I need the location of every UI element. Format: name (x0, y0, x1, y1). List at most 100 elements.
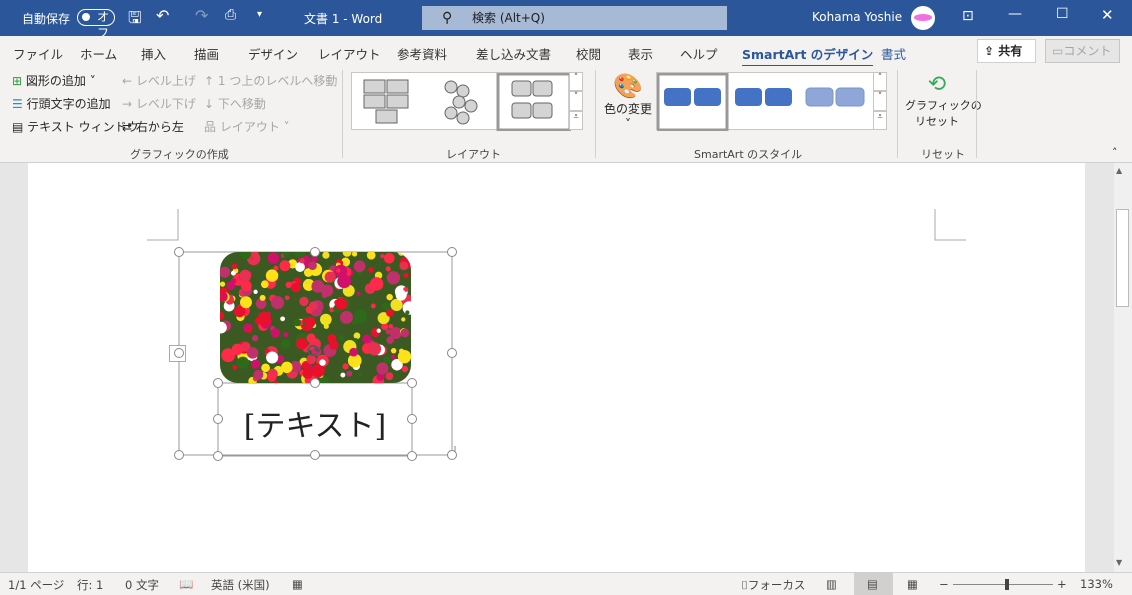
change-colors-button[interactable]: 🎨 色の変更 ˅ (604, 72, 652, 131)
palette-icon: 🎨 (613, 72, 643, 100)
style-scroll-down[interactable]: ˅ (873, 91, 887, 111)
tab-review[interactable]: 校閲 (576, 44, 601, 63)
resize-handle[interactable] (310, 247, 320, 257)
resize-handle[interactable] (174, 450, 184, 460)
share-button[interactable]: ⇪ 共有 (977, 39, 1036, 63)
language[interactable]: 英語 (米国) (211, 577, 270, 593)
tab-file[interactable]: ファイル (13, 44, 63, 63)
document-title: 文書 1 - Word (304, 12, 383, 26)
minimize-icon[interactable]: — (1008, 6, 1022, 22)
resize-handle[interactable] (407, 378, 417, 388)
read-mode-icon[interactable]: ▥ (826, 577, 837, 591)
ribbon-tabs: ファイル ホーム 挿入 描画 デザイン レイアウト 参考資料 差し込み文書 校閲… (0, 36, 1132, 68)
promote-button[interactable]: ← レベル上げ (122, 72, 196, 89)
vertical-scrollbar[interactable]: ▲ ▼ (1114, 163, 1132, 572)
resize-handle[interactable] (310, 450, 320, 460)
resize-handle[interactable] (447, 247, 457, 257)
group-label-styles: SmartArt のスタイル (694, 148, 803, 161)
proofing-icon[interactable]: 📖 (179, 577, 193, 591)
rotate-handle-icon[interactable]: ⟳ (307, 341, 322, 362)
customize-qat-icon[interactable]: ▾ (257, 9, 262, 20)
page[interactable]: ‹ [テキスト] ⟳ (28, 163, 1085, 572)
print-layout-button[interactable]: ▤ (854, 573, 893, 595)
group-label-layouts: レイアウト (446, 148, 501, 161)
style-gallery[interactable] (656, 72, 874, 132)
text-pane-icon: ▤ (12, 120, 24, 134)
autosave-label: 自動保存 (22, 12, 71, 26)
gallery-scroll-up[interactable]: ˄ (569, 72, 583, 91)
resize-handle[interactable] (213, 451, 223, 461)
tab-insert[interactable]: 挿入 (141, 44, 166, 63)
reset-graphic-icon: ⟲ (927, 72, 947, 97)
add-shape-button[interactable]: ⊞ 図形の追加 ˅ (12, 72, 96, 89)
gallery-scroll-down[interactable]: ˅ (569, 91, 583, 111)
tab-help[interactable]: ヘルプ (680, 44, 718, 63)
autosave-toggle[interactable]: オフ (77, 9, 115, 40)
group-label-reset: リセット (921, 148, 965, 161)
right-to-left-button[interactable]: ⇄ 右から左 (122, 118, 184, 135)
search-box[interactable]: ⚲ 検索 (Alt+Q) (422, 6, 727, 30)
avatar[interactable] (911, 6, 935, 30)
tab-design[interactable]: デザイン (248, 44, 298, 63)
undo-icon[interactable]: ↶ (156, 6, 169, 25)
scroll-thumb[interactable] (1116, 209, 1129, 307)
resize-handle[interactable] (310, 378, 320, 388)
bullet-list-icon: ☰ (12, 97, 23, 111)
demote-button[interactable]: → レベル下げ (122, 95, 196, 112)
title-bar: 自動保存 オフ 🖫 ↶ ↷ ⎙ ▾ 文書 1 - Word ⚲ 検索 (Alt+Q… (0, 0, 1132, 40)
collapse-ribbon-icon[interactable]: ˄ (1112, 146, 1118, 159)
resize-handle[interactable] (213, 414, 223, 424)
page-count[interactable]: 1/1 ページ (8, 577, 64, 593)
move-up-button[interactable]: ↑ 1 つ上のレベルへ移動 (204, 72, 337, 89)
zoom-in-button[interactable]: + (1057, 577, 1067, 591)
resize-handle[interactable] (447, 450, 457, 460)
tab-view[interactable]: 表示 (628, 44, 653, 63)
zoom-level[interactable]: 133% (1080, 577, 1113, 591)
layout-gallery[interactable] (351, 72, 572, 132)
close-icon[interactable]: ✕ (1101, 6, 1114, 24)
layout-button[interactable]: 品 レイアウト ˅ (204, 118, 290, 135)
group-label-create: グラフィックの作成 (130, 148, 229, 161)
focus-button[interactable]: ⌷フォーカス (741, 577, 805, 593)
comment-icon: ▭ (1052, 44, 1064, 58)
ribbon-display-icon[interactable]: ⊡ (962, 8, 974, 24)
redo-icon[interactable]: ↷ (195, 6, 208, 25)
tab-draw[interactable]: 描画 (194, 44, 219, 63)
tab-smartart-design[interactable]: SmartArt のデザイン (742, 44, 874, 68)
status-bar: 1/1 ページ 行: 1 0 文字 📖 英語 (米国) ▦ ⌷フォーカス ▥ ▤… (0, 572, 1132, 595)
style-scroll-up[interactable]: ˄ (873, 72, 887, 91)
resize-handle[interactable] (407, 451, 417, 461)
style-more[interactable]: ⩡ (873, 111, 887, 130)
tab-mailings[interactable]: 差し込み文書 (476, 44, 551, 63)
ribbon: ⊞ 図形の追加 ˅ ☰ 行頭文字の追加 ▤ テキスト ウィンドウ ← レベル上げ… (0, 66, 1132, 163)
zoom-slider[interactable] (953, 579, 1053, 590)
word-count[interactable]: 0 文字 (125, 577, 159, 593)
save-icon[interactable]: 🖫 (128, 7, 142, 34)
share-icon: ⇪ (984, 44, 999, 58)
maximize-icon[interactable]: ☐ (1056, 6, 1069, 22)
comment-button[interactable]: ▭コメント (1045, 39, 1120, 63)
web-layout-icon[interactable]: ▦ (907, 577, 918, 591)
zoom-out-button[interactable]: − (939, 577, 949, 591)
resize-handle[interactable] (174, 247, 184, 257)
tab-references[interactable]: 参考資料 (397, 44, 447, 63)
add-shape-icon: ⊞ (12, 74, 23, 88)
resize-handle[interactable] (174, 348, 184, 358)
gallery-more[interactable]: ⩡ (569, 111, 583, 130)
tab-layout[interactable]: レイアウト (318, 44, 381, 63)
accessibility-icon[interactable]: ▦ (292, 577, 303, 591)
resize-handle[interactable] (447, 348, 457, 358)
search-icon: ⚲ (442, 10, 453, 26)
user-name[interactable]: Kohama Yoshie (812, 10, 902, 24)
resize-handle[interactable] (213, 378, 223, 388)
line-number[interactable]: 行: 1 (77, 577, 103, 593)
resize-handle[interactable] (407, 414, 417, 424)
reset-graphic-button[interactable]: ⟲ グラフィックの リセット (905, 72, 982, 129)
smartart-text-placeholder[interactable]: [テキスト] (218, 401, 412, 445)
move-down-button[interactable]: ↓ 下へ移動 (204, 95, 266, 112)
print-preview-icon[interactable]: ⎙ (225, 7, 236, 23)
add-bullet-button[interactable]: ☰ 行頭文字の追加 (12, 95, 111, 112)
tab-format[interactable]: 書式 (881, 44, 906, 63)
tab-home[interactable]: ホーム (80, 44, 117, 63)
text-pane-button[interactable]: ▤ テキスト ウィンドウ (12, 118, 139, 135)
